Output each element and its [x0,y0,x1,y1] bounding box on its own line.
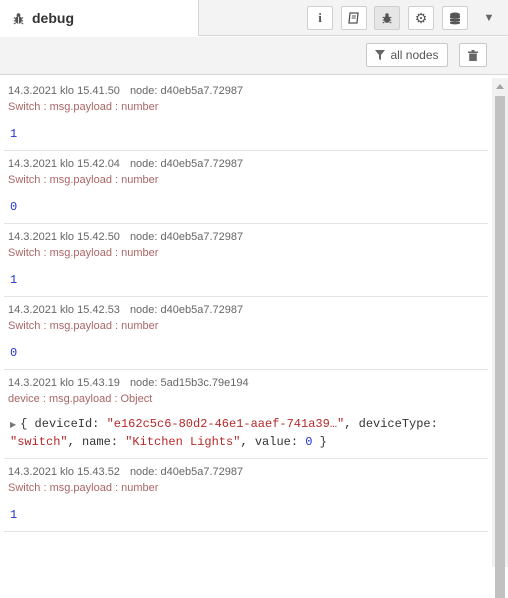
message-topic: Switch : msg.payload : number [8,320,159,332]
message-topic: Switch : msg.payload : number [8,174,159,186]
debug-message[interactable]: 14.3.2021 klo 15.41.50 node: d40eb5a7.729… [4,78,488,151]
info-icon: i [318,10,322,25]
debug-message[interactable]: 14.3.2021 klo 15.42.53 node: d40eb5a7.729… [4,297,488,370]
message-node-id[interactable]: node: d40eb5a7.72987 [130,304,243,316]
message-timestamp: 14.3.2021 klo 15.42.04 [8,158,120,170]
message-node-id[interactable]: node: d40eb5a7.72987 [130,85,243,97]
info-button[interactable]: i [307,6,333,30]
debug-button[interactable] [374,6,400,30]
message-topic: Switch : msg.payload : number [8,101,159,113]
sidebar-menu-button[interactable]: ▼ [476,6,502,30]
message-topic: device : msg.payload : Object [8,393,153,405]
message-timestamp: 14.3.2021 klo 15.42.53 [8,304,120,316]
vertical-scrollbar[interactable] [492,78,508,598]
filter-label: all nodes [390,48,439,62]
message-topic: Switch : msg.payload : number [8,247,159,259]
message-timestamp: 14.3.2021 klo 15.41.50 [8,85,120,97]
debug-message[interactable]: 14.3.2021 klo 15.43.52 node: d40eb5a7.729… [4,459,488,532]
filter-icon [375,50,386,60]
message-payload: 0 [10,346,18,360]
config-button[interactable]: ⚙ [408,6,434,30]
bug-icon [13,12,24,25]
database-icon [450,12,460,24]
message-payload: 1 [10,508,18,522]
tab-debug[interactable]: debug [0,0,199,36]
book-icon [348,12,359,24]
tab-title: debug [32,10,74,26]
gear-icon: ⚙ [414,9,428,26]
message-node-id[interactable]: node: d40eb5a7.72987 [130,466,243,478]
filter-nodes-button[interactable]: all nodes [366,43,448,67]
chevron-down-icon: ▼ [483,12,495,24]
debug-message[interactable]: 14.3.2021 klo 15.42.50 node: d40eb5a7.729… [4,224,488,297]
help-button[interactable] [341,6,367,30]
debug-toolbar: all nodes [0,37,508,75]
debug-message[interactable]: 14.3.2021 klo 15.42.04 node: d40eb5a7.729… [4,151,488,224]
scroll-up-arrow-icon[interactable] [496,84,504,89]
object-value-deviceId: "e162c5c6-80d2-46e1-aaef-741a39…" [106,417,345,431]
object-value-deviceType: "switch" [10,435,68,449]
sidebar-tab-bar: debug i ⚙ ▼ [0,0,508,36]
debug-message[interactable]: 14.3.2021 klo 15.43.19 node: 5ad15b3c.79e… [4,370,488,459]
message-timestamp: 14.3.2021 klo 15.43.19 [8,377,120,389]
message-timestamp: 14.3.2021 klo 15.43.52 [8,466,120,478]
message-timestamp: 14.3.2021 klo 15.42.50 [8,231,120,243]
message-payload: 1 [10,127,18,141]
expand-caret-icon[interactable]: ▶ [10,421,16,430]
context-data-button[interactable] [442,6,468,30]
message-node-id[interactable]: node: d40eb5a7.72987 [130,231,243,243]
message-node-id[interactable]: node: 5ad15b3c.79e194 [130,377,249,389]
debug-icon [382,13,392,24]
clear-messages-button[interactable] [459,43,487,67]
scrollbar-thumb[interactable] [495,96,505,598]
trash-icon [468,49,478,61]
debug-message-list[interactable]: 14.3.2021 klo 15.41.50 node: d40eb5a7.729… [0,75,508,567]
message-payload: 1 [10,273,18,287]
message-object-payload[interactable]: ▶{ deviceId: "e162c5c6-80d2-46e1-aaef-74… [4,410,488,458]
message-node-id[interactable]: node: d40eb5a7.72987 [130,158,243,170]
message-payload: 0 [10,200,18,214]
message-topic: Switch : msg.payload : number [8,482,159,494]
object-value-name: "Kitchen Lights" [125,435,241,449]
